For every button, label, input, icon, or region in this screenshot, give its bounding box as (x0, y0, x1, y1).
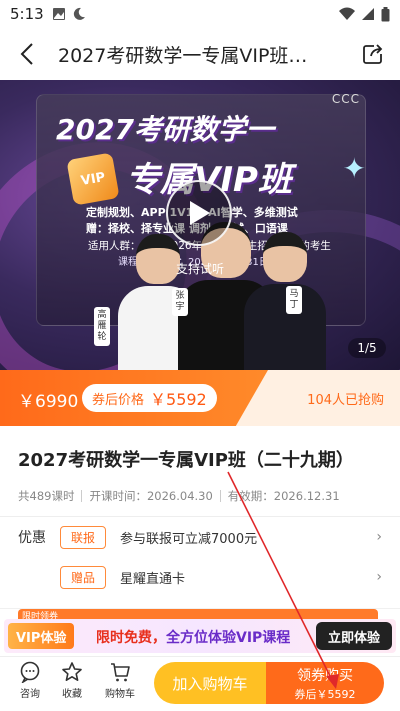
buy-price: 券后￥5592 (294, 687, 356, 701)
signal-icon (362, 8, 374, 20)
lesson-count: 共489课时 (18, 489, 75, 503)
back-chevron-icon (20, 43, 33, 65)
status-right-icons (339, 6, 390, 22)
vip-trial-text-red: 限时免费， (96, 630, 166, 646)
meta-divider (219, 490, 221, 502)
teacher-name-tag: 张宇 (172, 288, 188, 316)
offer-text: 星耀直通卡 (120, 571, 186, 587)
buy-with-coupon-button[interactable]: 领券购买 券后￥5592 (266, 662, 384, 704)
buy-label: 领券购买 (297, 667, 353, 684)
offer-row-gift[interactable]: 赠品 星耀直通卡 › (0, 562, 400, 592)
offer-text: 参与联报可立减7000元 (120, 531, 258, 547)
meta-divider (81, 490, 83, 502)
vip-trial-badge: VIP体验 (8, 623, 75, 649)
teacher-name-tag: 高雁轮 (94, 307, 110, 346)
status-left-icons (52, 7, 86, 21)
original-price: ￥6990 (18, 392, 79, 412)
status-time: 5:13 (10, 5, 44, 23)
teacher-photo (244, 232, 326, 370)
banner-pager: 1/5 (348, 338, 386, 358)
bought-count: 104人已抢购 (307, 393, 384, 408)
section-divider (0, 516, 400, 517)
teacher-name-tag: 马丁 (286, 286, 302, 314)
back-button[interactable] (12, 39, 42, 69)
coupon-price-value: ￥5592 (150, 390, 207, 409)
coupon-price-pill: 券后价格 ￥5592 (82, 384, 217, 412)
share-button[interactable] (358, 39, 388, 69)
cart-icon (111, 663, 130, 682)
bottom-bar: 咨询 收藏 购物车 加入购物车 领券购买 券后￥5592 (0, 656, 400, 711)
moon-icon (73, 7, 85, 20)
vip-shield-badge: VIP (66, 152, 120, 206)
course-banner[interactable]: CCC 2027考研数学一 VIP 专属VIP班 ✦ 定制规划、APP 1V1 … (0, 80, 400, 370)
valid-until: 有效期：2026.12.31 (227, 489, 340, 503)
try-now-button[interactable]: 立即体验 (315, 622, 392, 650)
favorite-button[interactable]: 收藏 (50, 661, 94, 707)
vip-trial-banner[interactable]: 限时领券 VIP体验 限时免费，全方位体验VIP课程 立即体验 (0, 608, 400, 656)
wifi-icon (339, 7, 355, 20)
vip-trial-text: 限时免费，全方位体验VIP课程 (96, 627, 290, 647)
chevron-right-icon: › (376, 569, 382, 585)
add-to-cart-button[interactable]: 加入购物车 (154, 662, 266, 704)
chevron-right-icon: › (376, 529, 382, 545)
offers-label: 优惠 (18, 530, 46, 546)
share-icon (363, 44, 383, 64)
offer-tag: 赠品 (60, 565, 107, 589)
chat-icon (20, 661, 40, 683)
price-strip: ￥6990 券后价格 ￥5592 104人已抢购 (0, 370, 400, 426)
sparkle-icon: ✦ (342, 152, 366, 185)
battery-icon (381, 6, 390, 21)
page-title: 2027考研数学一专属VIP班… (58, 44, 308, 67)
course-title: 2027考研数学一专属VIP班（二十九期） (18, 450, 354, 471)
favorite-label: 收藏 (62, 689, 82, 700)
open-time: 开课时间：2026.04.30 (89, 489, 213, 503)
banner-headline: 2027考研数学一 (56, 113, 274, 146)
consult-button[interactable]: 咨询 (8, 661, 52, 707)
cart-button[interactable]: 购物车 (98, 661, 142, 707)
offer-tag: 联报 (60, 525, 107, 549)
play-icon (190, 201, 210, 225)
cart-label: 购物车 (105, 689, 135, 700)
vip-trial-text-purple: 全方位体验VIP课程 (166, 630, 291, 646)
brand-logo: CCC (331, 92, 360, 106)
trial-label: 支持试听 (176, 262, 225, 276)
nav-bar: 2027考研数学一专属VIP班… (0, 28, 400, 80)
image-icon (52, 8, 65, 20)
coupon-price-label: 券后价格 (92, 392, 145, 408)
play-button[interactable] (166, 180, 232, 246)
star-icon (62, 662, 82, 681)
course-meta: 共489课时 开课时间：2026.04.30 有效期：2026.12.31 (18, 488, 340, 504)
consult-label: 咨询 (20, 689, 40, 700)
offer-row-joint[interactable]: 优惠 联报 参与联报可立减7000元 › (0, 522, 400, 552)
status-bar: 5:13 (0, 0, 400, 28)
